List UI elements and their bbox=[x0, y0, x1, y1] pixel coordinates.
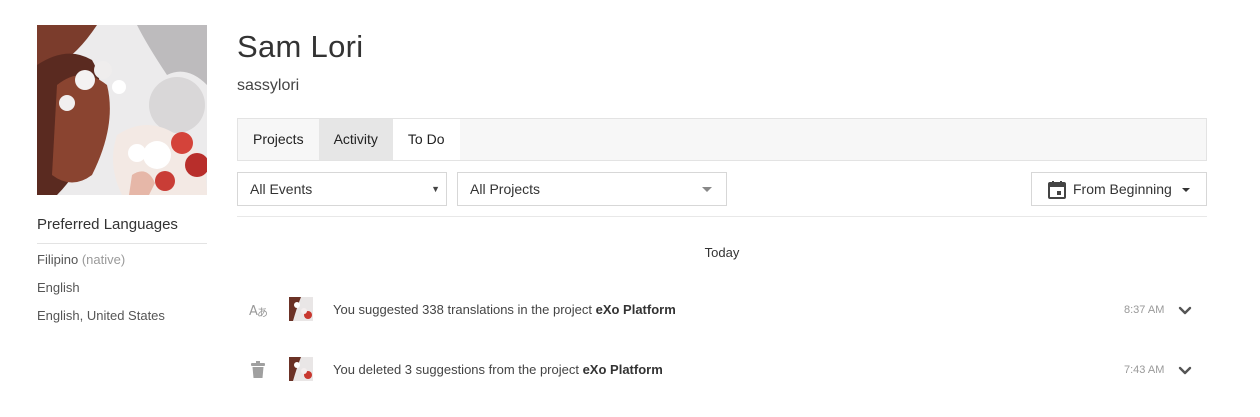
events-filter-value: All Events bbox=[250, 181, 313, 197]
tab-to-do[interactable]: To Do bbox=[392, 119, 460, 160]
translate-icon: A あ bbox=[249, 302, 269, 323]
language-item: English bbox=[37, 280, 80, 295]
event-description: You deleted 3 suggestions from the proje… bbox=[333, 362, 583, 377]
activity-event-text: You suggested 338 translations in the pr… bbox=[333, 302, 676, 317]
avatar bbox=[289, 357, 313, 381]
language-label: English, United States bbox=[37, 308, 165, 323]
svg-text:あ: あ bbox=[257, 306, 268, 318]
caret-down-icon: ▼ bbox=[431, 184, 440, 194]
day-header: Today bbox=[704, 245, 740, 260]
event-time: 7:43 AM bbox=[1124, 364, 1165, 376]
projects-filter-value: All Projects bbox=[470, 181, 541, 197]
tab-activity[interactable]: Activity bbox=[318, 119, 393, 160]
avatar bbox=[289, 297, 313, 321]
caret-down-icon bbox=[702, 187, 712, 192]
language-label: English bbox=[37, 280, 80, 295]
profile-avatar bbox=[37, 25, 207, 195]
profile-name: Sam Lori bbox=[237, 29, 364, 64]
trash-icon bbox=[249, 361, 267, 384]
chevron-down-icon[interactable] bbox=[1178, 363, 1192, 381]
language-label: Filipino bbox=[37, 252, 79, 267]
language-item: English, United States bbox=[37, 308, 165, 323]
profile-tabs: Projects Activity To Do bbox=[237, 118, 1207, 161]
calendar-icon bbox=[1048, 181, 1066, 202]
divider bbox=[237, 216, 1207, 217]
caret-down-icon bbox=[1182, 188, 1190, 192]
date-range-dropdown[interactable]: From Beginning bbox=[1031, 172, 1207, 206]
event-description: You suggested 338 translations in the pr… bbox=[333, 302, 596, 317]
preferred-languages-title: Preferred Languages bbox=[37, 216, 207, 244]
profile-username: sassylori bbox=[237, 77, 300, 94]
date-range-label: From Beginning bbox=[1073, 181, 1172, 197]
projects-filter-select[interactable]: All Projects bbox=[457, 172, 727, 206]
language-item: Filipino (native) bbox=[37, 252, 125, 267]
chevron-down-icon[interactable] bbox=[1178, 303, 1192, 321]
event-time: 8:37 AM bbox=[1124, 304, 1165, 316]
event-project-link[interactable]: eXo Platform bbox=[596, 302, 676, 317]
activity-event-text: You deleted 3 suggestions from the proje… bbox=[333, 362, 663, 377]
event-project-link[interactable]: eXo Platform bbox=[583, 362, 663, 377]
tab-projects[interactable]: Projects bbox=[238, 119, 319, 160]
events-filter-select[interactable]: All Events ▼ bbox=[237, 172, 447, 206]
language-native-note: (native) bbox=[81, 252, 126, 267]
